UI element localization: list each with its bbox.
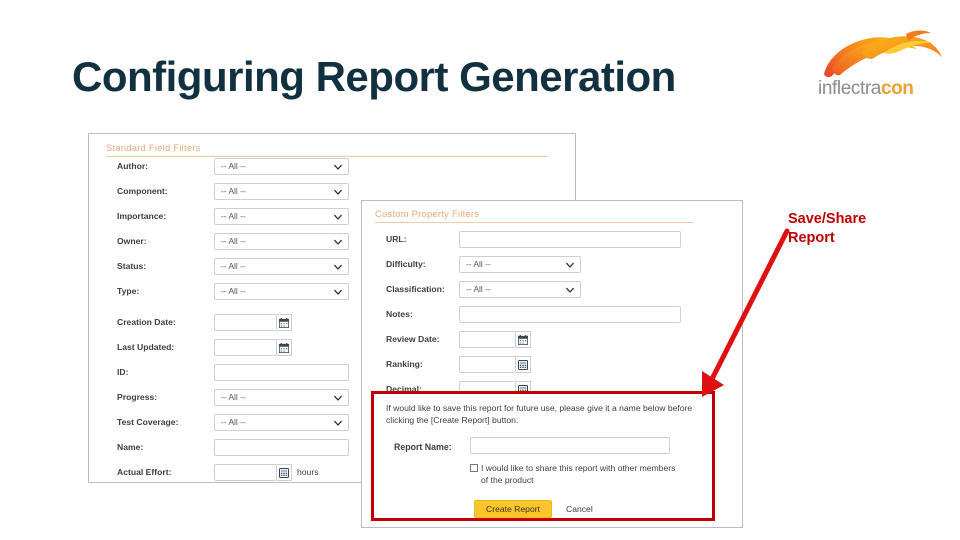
- select-value-importance: -- All --: [221, 211, 246, 221]
- calendar-icon: [518, 334, 528, 345]
- save-box-button-row: Create Report Cancel: [474, 500, 603, 518]
- calculator-icon-button-actual-effort[interactable]: [277, 464, 292, 481]
- select-value-test-coverage: -- All --: [221, 417, 246, 427]
- select-importance[interactable]: -- All --: [214, 208, 349, 225]
- field-label-last-updated: Last Updated:: [117, 342, 175, 352]
- select-status[interactable]: -- All --: [214, 258, 349, 275]
- select-author[interactable]: -- All --: [214, 158, 349, 175]
- field-label-status: Status:: [117, 261, 147, 271]
- calculator-icon: [518, 359, 528, 370]
- select-value-owner: -- All --: [221, 236, 246, 246]
- calculator-icon: [279, 467, 289, 478]
- field-label-notes: Notes:: [386, 309, 413, 319]
- chevron-down-icon: [334, 289, 342, 295]
- calendar-icon-button-creation-date[interactable]: [277, 314, 292, 331]
- input-url[interactable]: [459, 231, 681, 248]
- field-label-importance: Importance:: [117, 211, 167, 221]
- field-unit-actual-effort: hours: [297, 467, 319, 477]
- field-label-url: URL:: [386, 234, 407, 244]
- field-label-difficulty: Difficulty:: [386, 259, 426, 269]
- select-value-type: -- All --: [221, 286, 246, 296]
- field-label-author: Author:: [117, 161, 149, 171]
- share-report-checkbox[interactable]: [470, 464, 478, 472]
- chevron-down-icon: [334, 189, 342, 195]
- annotation-line-1: Save/Share: [788, 211, 867, 227]
- select-value-author: -- All --: [221, 161, 246, 171]
- field-label-owner: Owner:: [117, 236, 147, 246]
- input-last-updated[interactable]: [214, 339, 277, 356]
- custom-property-filters-panel: Custom Property Filters URL: Difficulty: -…: [361, 200, 743, 528]
- field-label-id: ID:: [117, 367, 129, 377]
- field-label-ranking: Ranking:: [386, 359, 423, 369]
- custom-filters-heading: Custom Property Filters: [375, 208, 693, 223]
- calendar-icon: [279, 317, 289, 328]
- field-label-classification: Classification:: [386, 284, 445, 294]
- input-id[interactable]: [214, 364, 349, 381]
- calculator-icon-button-ranking[interactable]: [516, 356, 531, 373]
- select-progress[interactable]: -- All --: [214, 389, 349, 406]
- field-label-creation-date: Creation Date:: [117, 317, 176, 327]
- input-ranking[interactable]: [459, 356, 516, 373]
- input-notes[interactable]: [459, 306, 681, 323]
- select-value-component: -- All --: [221, 186, 246, 196]
- annotation-line-2: Report: [788, 230, 835, 246]
- page-title: Configuring Report Generation: [72, 53, 676, 100]
- select-value-classification: -- All --: [466, 284, 491, 294]
- field-label-type: Type:: [117, 286, 140, 296]
- chevron-down-icon: [566, 287, 574, 293]
- select-difficulty[interactable]: -- All --: [459, 256, 581, 273]
- input-name[interactable]: [214, 439, 349, 456]
- inflectracon-logo: inflectracon: [818, 28, 946, 108]
- select-component[interactable]: -- All --: [214, 183, 349, 200]
- save-share-report-box: If would like to save this report for fu…: [371, 391, 715, 521]
- input-review-date[interactable]: [459, 331, 516, 348]
- create-report-button[interactable]: Create Report: [474, 500, 552, 518]
- annotation-label: Save/Share Report: [788, 210, 866, 248]
- input-actual-effort[interactable]: [214, 464, 277, 481]
- select-value-difficulty: -- All --: [466, 259, 491, 269]
- chevron-down-icon: [566, 262, 574, 268]
- calendar-icon: [279, 342, 289, 353]
- select-classification[interactable]: -- All --: [459, 281, 581, 298]
- share-report-label-line2: of the product: [481, 474, 534, 485]
- chevron-down-icon: [334, 420, 342, 426]
- field-label-actual-effort: Actual Effort:: [117, 467, 172, 477]
- share-report-label-line1: I would like to share this report with o…: [481, 463, 676, 473]
- field-label-review-date: Review Date:: [386, 334, 440, 344]
- select-owner[interactable]: -- All --: [214, 233, 349, 250]
- report-name-label: Report Name:: [394, 442, 452, 452]
- share-report-checkbox-row[interactable]: I would like to share this report with o…: [470, 463, 710, 486]
- logo-word-inflectra: inflectra: [818, 78, 881, 99]
- field-label-name: Name:: [117, 442, 144, 452]
- select-value-status: -- All --: [221, 261, 246, 271]
- chevron-down-icon: [334, 214, 342, 220]
- field-label-progress: Progress:: [117, 392, 158, 402]
- phoenix-flame-icon: [824, 30, 942, 78]
- chevron-down-icon: [334, 395, 342, 401]
- report-name-input[interactable]: [470, 437, 670, 454]
- select-test-coverage[interactable]: -- All --: [214, 414, 349, 431]
- logo-word-con: con: [880, 78, 914, 99]
- field-label-component: Component:: [117, 186, 168, 196]
- chevron-down-icon: [334, 164, 342, 170]
- chevron-down-icon: [334, 264, 342, 270]
- logo-wordmark: inflectracon: [818, 78, 946, 100]
- calendar-icon-button-review-date[interactable]: [516, 331, 531, 348]
- calendar-icon-button-last-updated[interactable]: [277, 339, 292, 356]
- standard-filters-heading: Standard Field Filters: [106, 142, 548, 157]
- slide-canvas: Configuring Report Generation inflectrac…: [0, 0, 960, 540]
- field-label-test-coverage: Test Coverage:: [117, 417, 179, 427]
- input-creation-date[interactable]: [214, 314, 277, 331]
- save-instructions-text: If would like to save this report for fu…: [386, 403, 693, 425]
- select-value-progress: -- All --: [221, 392, 246, 402]
- chevron-down-icon: [334, 239, 342, 245]
- cancel-button[interactable]: Cancel: [555, 500, 603, 518]
- select-type[interactable]: -- All --: [214, 283, 349, 300]
